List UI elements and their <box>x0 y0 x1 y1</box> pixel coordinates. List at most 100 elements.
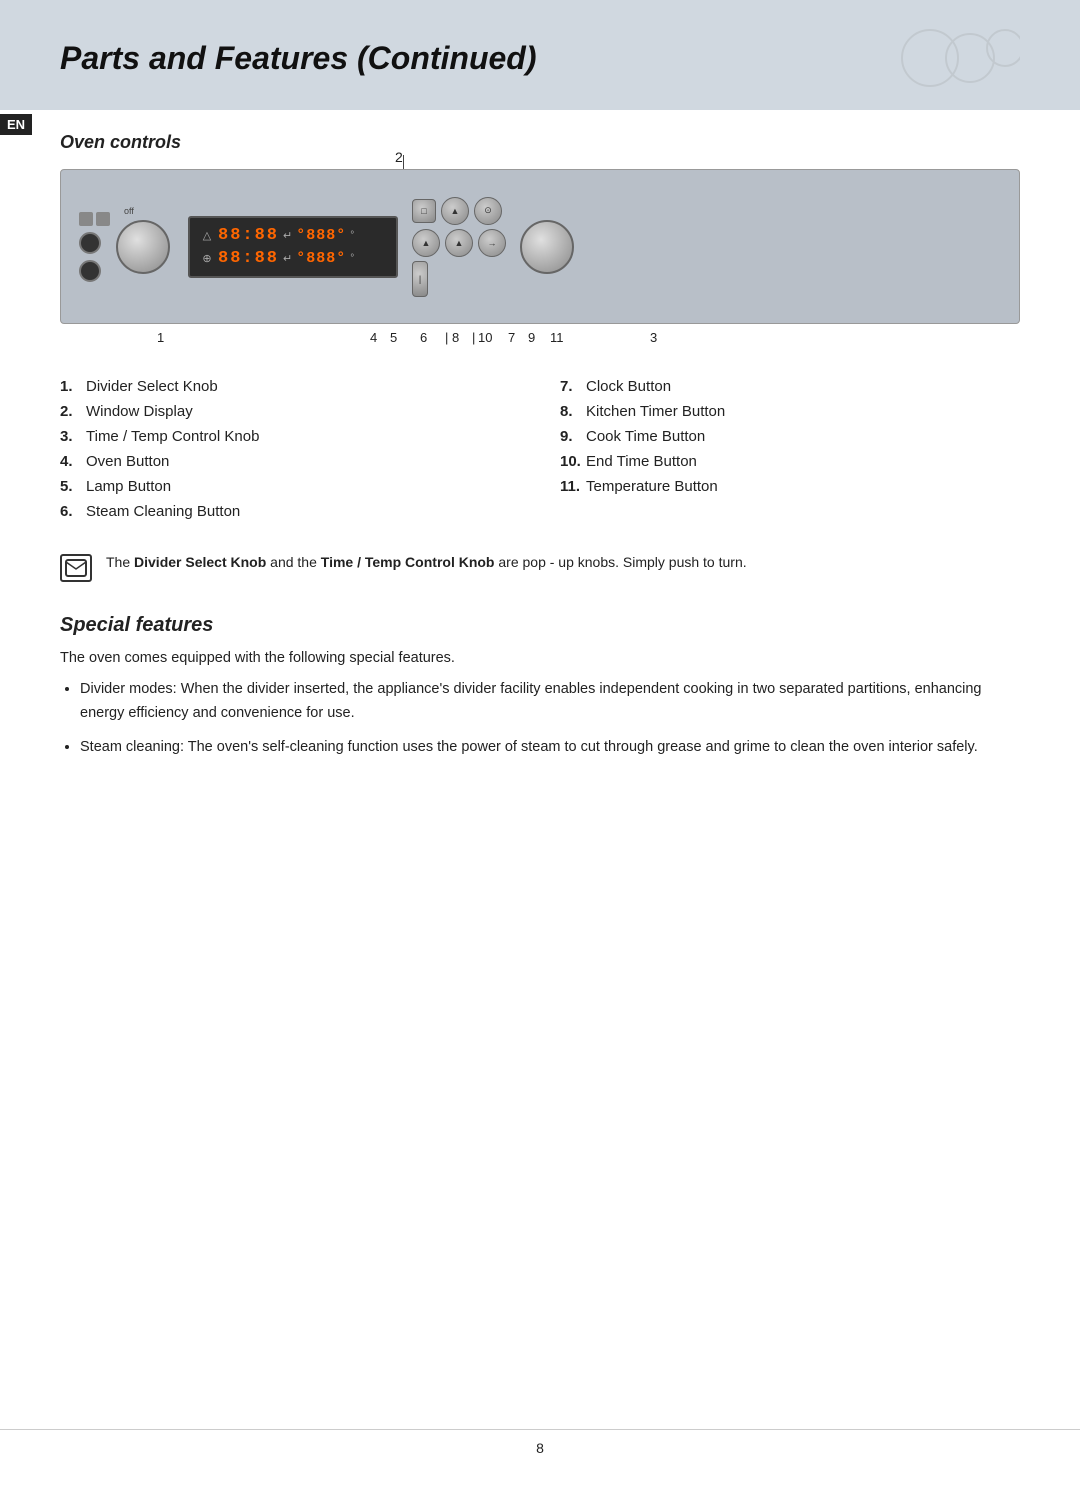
icon-block-top <box>79 212 110 226</box>
num-10: 10 <box>478 330 492 345</box>
display-time-1: 88:88 <box>218 226 279 245</box>
display-arrow-2: ↵ <box>283 252 292 265</box>
display-temp-1: °888° <box>296 227 346 244</box>
oven-diagram-wrapper: 2 △ 88:88 ↵ °888° ° <box>60 169 1020 354</box>
buttons-area: □ ▲ ⊙ ▲ ▲ → | <box>412 197 506 297</box>
note-bold-1: Divider Select Knob <box>134 554 266 570</box>
part-item-6: 6. Steam Cleaning Button <box>60 499 520 524</box>
part-num-7: 7. <box>560 378 586 395</box>
note-bold-2: Time / Temp Control Knob <box>321 554 495 570</box>
part-label-9: Cook Time Button <box>586 428 705 445</box>
end-time-button[interactable]: | <box>412 261 428 297</box>
parts-list: 1. Divider Select Knob 2. Window Display… <box>60 374 1020 524</box>
num-4: 4 <box>370 330 377 345</box>
kitchen-timer-button[interactable]: ▲ <box>445 229 473 257</box>
part-item-1: 1. Divider Select Knob <box>60 374 520 399</box>
page-number: 8 <box>536 1440 544 1456</box>
part-item-7: 7. Clock Button <box>560 374 1020 399</box>
parts-col-2: 7. Clock Button 8. Kitchen Timer Button … <box>560 374 1020 524</box>
oven-controls-heading: Oven controls <box>60 132 1080 153</box>
btn-row-top: □ ▲ ⊙ <box>412 197 506 225</box>
display-icon-2: ⊕ <box>200 252 214 265</box>
num-9-label: 9 <box>528 330 535 345</box>
special-features-list: Divider modes: When the divider inserted… <box>80 678 1020 760</box>
part-label-2: Window Display <box>86 403 193 420</box>
num-7: | <box>445 330 448 345</box>
cook-time-button[interactable]: → <box>478 229 506 257</box>
part-num-2: 2. <box>60 403 86 420</box>
part-item-8: 8. Kitchen Timer Button <box>560 399 1020 424</box>
num-6: 6 <box>420 330 427 345</box>
num-5: 5 <box>390 330 397 345</box>
page-title: Parts and Features (Continued) <box>60 40 537 77</box>
part-label-8: Kitchen Timer Button <box>586 403 725 420</box>
header-decoration <box>900 28 1020 88</box>
num-7-label: 7 <box>508 330 515 345</box>
display-time-2: 88:88 <box>218 249 279 268</box>
bullet-item-1: Divider modes: When the divider inserted… <box>80 678 1020 726</box>
part-num-1: 1. <box>60 378 86 395</box>
part-item-5: 5. Lamp Button <box>60 474 520 499</box>
window-display: △ 88:88 ↵ °888° ° ⊕ 88:88 ↵ °888° ° <box>188 216 398 278</box>
part-label-11: Temperature Button <box>586 478 718 495</box>
left-icons <box>79 212 110 282</box>
display-temp-2: °888° <box>296 250 346 267</box>
part-num-5: 5. <box>60 478 86 495</box>
page-header: Parts and Features (Continued) <box>0 0 1080 110</box>
part-label-1: Divider Select Knob <box>86 378 218 395</box>
display-row-2: ⊕ 88:88 ↵ °888° ° <box>200 249 386 268</box>
special-features-heading: Special features <box>60 614 1020 637</box>
steam-cleaning-button[interactable]: ⊙ <box>474 197 502 225</box>
bullet-item-2: Steam cleaning: The oven's self-cleaning… <box>80 736 1020 760</box>
note-icon-svg <box>65 559 87 577</box>
part-item-9: 9. Cook Time Button <box>560 424 1020 449</box>
icon-block-bot <box>79 260 110 282</box>
btn-row-mid: ▲ ▲ → <box>412 229 506 257</box>
oven-button[interactable]: □ <box>412 199 436 223</box>
part-item-3: 3. Time / Temp Control Knob <box>60 424 520 449</box>
part-label-4: Oven Button <box>86 453 169 470</box>
note-box: The Divider Select Knob and the Time / T… <box>60 552 1020 582</box>
part-num-9: 9. <box>560 428 586 445</box>
num-1: 1 <box>157 330 164 345</box>
oven-diagram: △ 88:88 ↵ °888° ° ⊕ 88:88 ↵ °888° ° □ ▲ … <box>60 169 1020 324</box>
btn-row-bot: | <box>412 261 506 297</box>
icon-block-mid <box>79 232 110 254</box>
num-3: 3 <box>650 330 657 345</box>
time-temp-control-knob[interactable] <box>520 220 574 274</box>
part-item-11: 11. Temperature Button <box>560 474 1020 499</box>
display-row-1: △ 88:88 ↵ °888° ° <box>200 226 386 245</box>
display-unit-1: ° <box>350 230 354 241</box>
part-label-6: Steam Cleaning Button <box>86 503 240 520</box>
part-num-11: 11. <box>560 478 586 495</box>
note-text: The Divider Select Knob and the Time / T… <box>106 552 747 573</box>
num-8: 8 <box>452 330 459 345</box>
parts-col-1: 1. Divider Select Knob 2. Window Display… <box>60 374 520 524</box>
part-label-5: Lamp Button <box>86 478 171 495</box>
square-icon-1 <box>79 212 93 226</box>
label-2-above: 2 <box>395 149 403 165</box>
part-num-3: 3. <box>60 428 86 445</box>
number-labels: 1 4 5 6 | 8 | 10 7 9 11 3 <box>60 330 1020 354</box>
part-item-4: 4. Oven Button <box>60 449 520 474</box>
part-num-10: 10. <box>560 453 586 470</box>
circle-icon-1 <box>79 232 101 254</box>
part-num-8: 8. <box>560 403 586 420</box>
part-item-10: 10. End Time Button <box>560 449 1020 474</box>
page-footer: 8 <box>0 1429 1080 1456</box>
part-label-3: Time / Temp Control Knob <box>86 428 259 445</box>
display-unit-2: ° <box>350 253 354 264</box>
lamp-button[interactable]: ▲ <box>441 197 469 225</box>
part-label-10: End Time Button <box>586 453 697 470</box>
divider-select-knob[interactable] <box>116 220 170 274</box>
display-arrow-1: ↵ <box>283 229 292 242</box>
circle-icon-2 <box>79 260 101 282</box>
part-num-6: 6. <box>60 503 86 520</box>
clock-button[interactable]: ▲ <box>412 229 440 257</box>
part-num-4: 4. <box>60 453 86 470</box>
language-badge: EN <box>0 114 32 135</box>
part-label-7: Clock Button <box>586 378 671 395</box>
display-icon-1: △ <box>200 229 214 242</box>
part-item-2: 2. Window Display <box>60 399 520 424</box>
num-9: | <box>472 330 475 345</box>
